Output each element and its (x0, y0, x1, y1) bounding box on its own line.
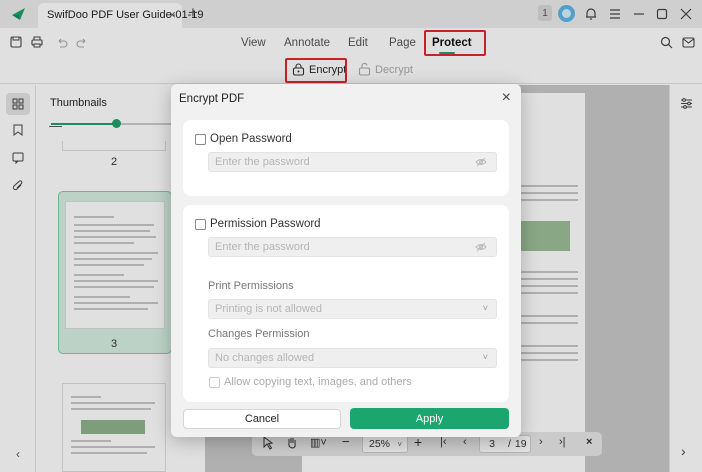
permission-password-card: Permission Password Enter the password P… (183, 205, 509, 402)
eye-hidden-icon[interactable] (475, 156, 487, 168)
open-password-card: Open Password Enter the password (183, 120, 509, 196)
print-permissions-select[interactable]: Printing is not allowed ˅ (208, 299, 497, 319)
cancel-button[interactable]: Cancel (183, 409, 341, 429)
chevron-down-icon: ˅ (482, 303, 488, 313)
permission-password-checkbox[interactable] (195, 219, 206, 230)
eye-hidden-icon[interactable] (475, 241, 487, 253)
allow-copying-label: Allow copying text, images, and others (224, 376, 412, 388)
print-permissions-value: Printing is not allowed (215, 303, 323, 315)
open-password-label: Open Password (210, 133, 292, 145)
changes-permission-label: Changes Permission (208, 328, 310, 340)
open-password-input[interactable]: Enter the password (208, 152, 497, 172)
dialog-title: Encrypt PDF (179, 93, 245, 105)
encrypt-pdf-dialog: Encrypt PDF × Open Password Enter the pa… (171, 84, 521, 437)
open-password-checkbox[interactable] (195, 134, 206, 145)
open-password-placeholder: Enter the password (215, 156, 310, 168)
permission-password-label: Permission Password (210, 218, 321, 230)
changes-permission-select[interactable]: No changes allowed ˅ (208, 348, 497, 368)
chevron-down-icon: ˅ (482, 352, 488, 362)
permission-password-placeholder: Enter the password (215, 241, 310, 253)
permission-password-input[interactable]: Enter the password (208, 237, 497, 257)
print-permissions-label: Print Permissions (208, 280, 294, 292)
allow-copying-checkbox[interactable] (209, 377, 220, 388)
changes-permission-value: No changes allowed (215, 352, 315, 364)
apply-button[interactable]: Apply (350, 408, 509, 429)
dialog-close-icon[interactable]: × (502, 89, 511, 107)
